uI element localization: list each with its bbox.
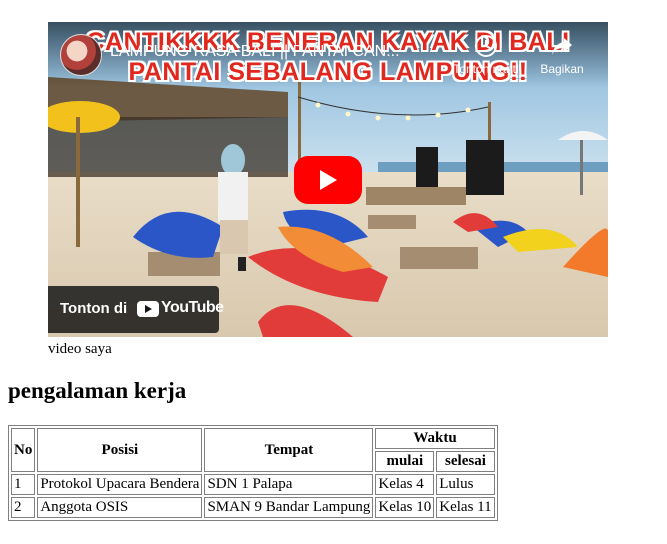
share-label: Bagikan	[540, 62, 584, 76]
channel-avatar[interactable]	[60, 34, 102, 76]
watch-later-button[interactable]: Tonton nanti	[446, 34, 526, 76]
cell-mulai: Kelas 10	[375, 497, 435, 518]
play-button[interactable]	[294, 156, 362, 204]
cell-tempat: SMAN 9 Bandar Lampung	[204, 497, 374, 518]
video-caption: video saya	[48, 341, 112, 357]
table-row: 2 Anggota OSIS SMAN 9 Bandar Lampung Kel…	[11, 497, 495, 518]
play-icon	[320, 170, 337, 190]
table-header-row: No Posisi Tempat Waktu	[11, 428, 495, 472]
header-mulai: mulai	[375, 451, 435, 472]
header-tempat: Tempat	[204, 428, 374, 472]
share-button[interactable]: Bagikan	[532, 34, 592, 76]
watch-later-label: Tonton nanti	[453, 62, 519, 76]
youtube-logo-icon	[137, 301, 159, 317]
cell-no: 2	[11, 497, 36, 518]
header-posisi: Posisi	[37, 428, 203, 472]
header-waktu: Waktu	[375, 428, 495, 449]
cell-posisi: Protokol Upacara Bendera	[37, 474, 203, 495]
cell-posisi: Anggota OSIS	[37, 497, 203, 518]
header-selesai: selesai	[436, 451, 495, 472]
youtube-video-embed[interactable]: CANTIKKKK BENERAN KAYAK DI BALI PANTAI S…	[48, 22, 608, 337]
cell-no: 1	[11, 474, 36, 495]
watch-on-youtube-button[interactable]: Tonton di YouTube	[48, 286, 224, 333]
watch-on-label: Tonton di	[60, 300, 128, 317]
work-experience-table: No Posisi Tempat Waktu mulai selesai 1 P…	[8, 425, 498, 521]
table-row: 1 Protokol Upacara Bendera SDN 1 Palapa …	[11, 474, 495, 495]
clock-icon	[475, 35, 497, 57]
youtube-wordmark: YouTube	[161, 299, 224, 316]
cell-tempat: SDN 1 Palapa	[204, 474, 374, 495]
cell-mulai: Kelas 4	[375, 474, 435, 495]
video-title-link[interactable]: LAMPUNG RASA BALI || PANTAI CAN...	[110, 43, 440, 61]
share-icon	[552, 38, 572, 55]
cell-selesai: Lulus	[436, 474, 495, 495]
section-heading: pengalaman kerja	[8, 378, 187, 403]
cell-selesai: Kelas 11	[436, 497, 495, 518]
header-no: No	[11, 428, 36, 472]
